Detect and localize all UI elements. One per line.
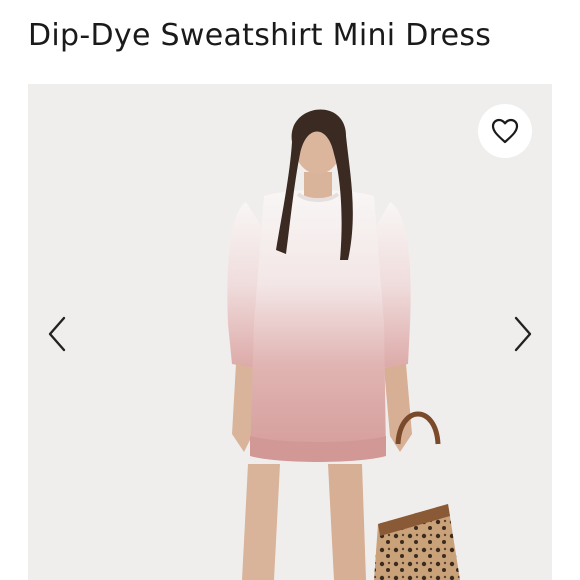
chevron-right-icon (514, 316, 532, 352)
product-title: Dip-Dye Sweatshirt Mini Dress (28, 18, 492, 53)
heart-outline-icon (491, 118, 519, 144)
product-image-gallery[interactable] (28, 84, 552, 580)
product-page: Dip-Dye Sweatshirt Mini Dress (0, 0, 580, 580)
product-photo (28, 84, 552, 580)
next-image-button[interactable] (510, 314, 536, 354)
chevron-left-icon (48, 316, 66, 352)
favorite-button[interactable] (478, 104, 532, 158)
previous-image-button[interactable] (44, 314, 70, 354)
